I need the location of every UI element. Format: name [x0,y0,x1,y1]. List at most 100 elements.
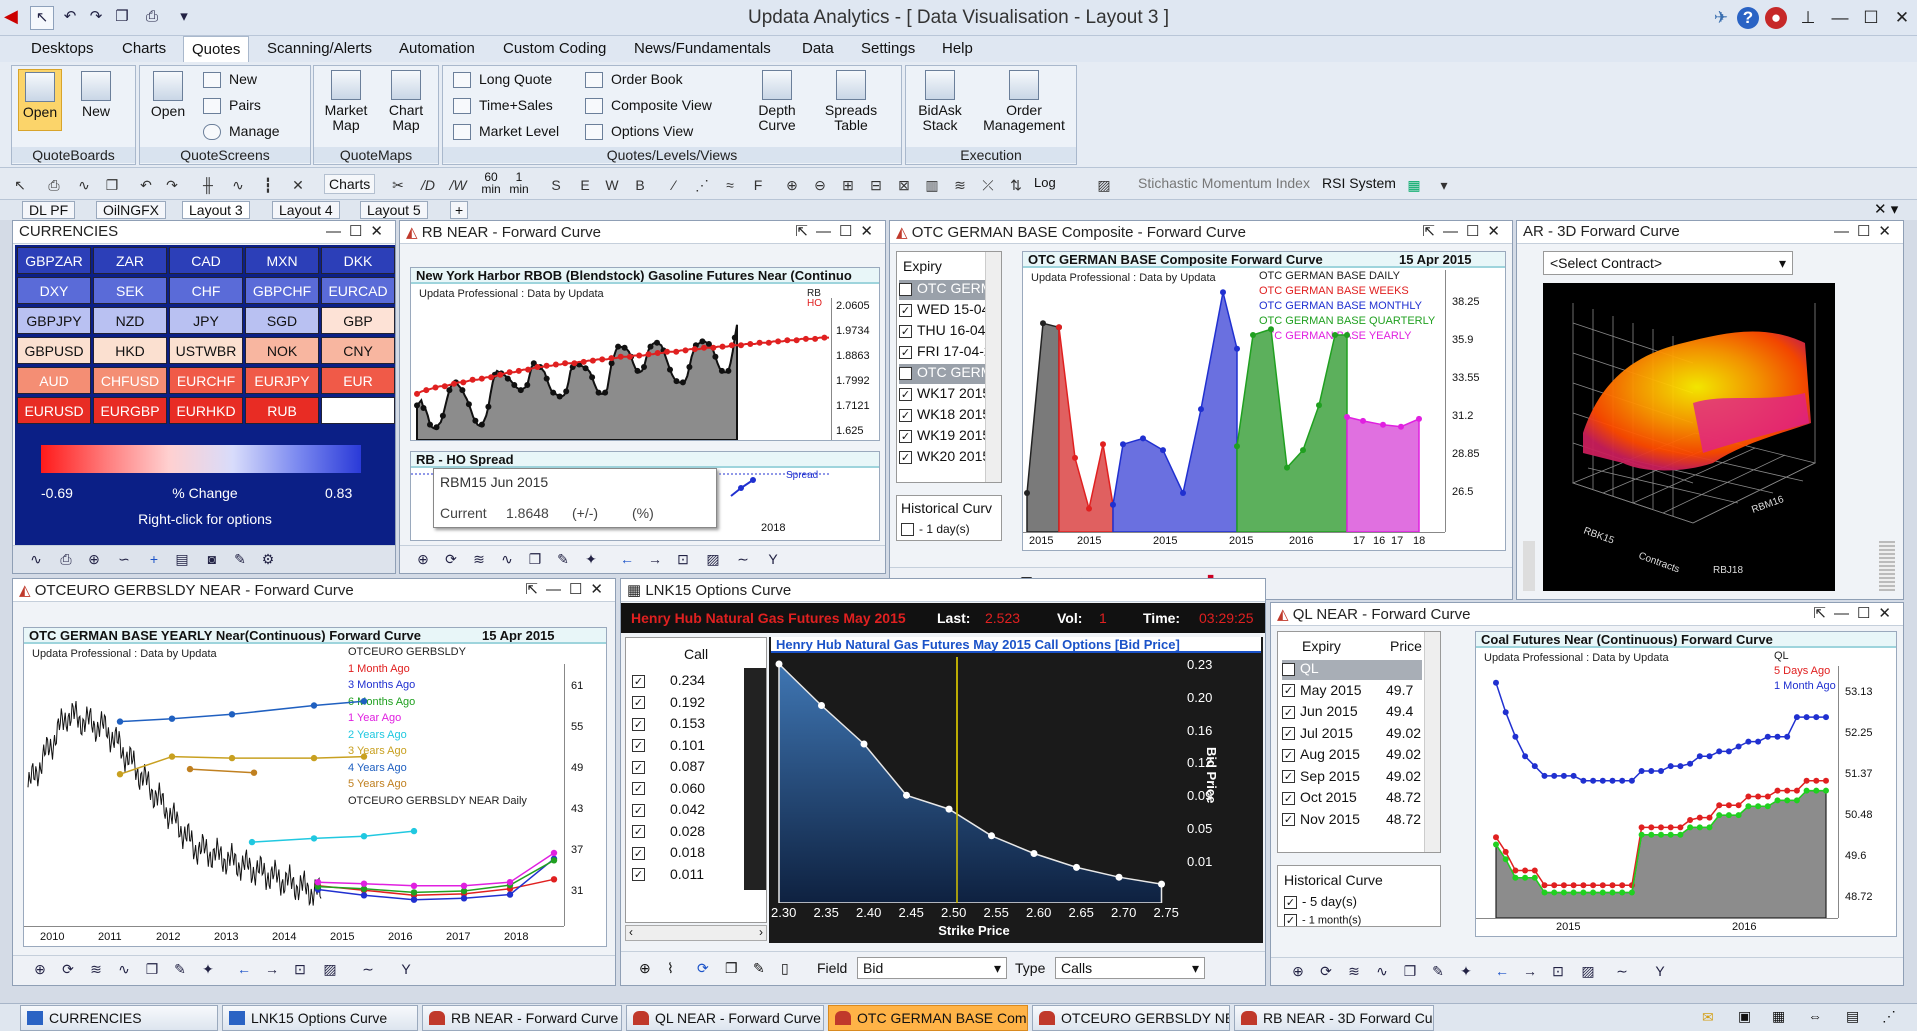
maximize-icon[interactable]: ☐ [1858,5,1884,31]
study-s-icon[interactable]: S [546,175,566,195]
checkbox[interactable]: ✓ [1282,662,1295,676]
checkbox[interactable]: ✓ [899,324,912,338]
menu-custom-coding[interactable]: Custom Coding [503,40,606,57]
study-icon[interactable]: ∽ [115,551,133,567]
call-row[interactable]: ✓ 0.018 [632,844,742,864]
expiry-row[interactable]: ✓ WK19 2015 [899,427,985,447]
menu-automation[interactable]: Automation [399,40,475,57]
wave-icon[interactable]: ≈ [720,175,740,195]
tab-oilngfx[interactable]: OilNGFX [96,201,166,219]
task-currencies[interactable]: CURRENCIES [20,1005,218,1031]
long-quote-button[interactable]: Long Quote [453,71,552,89]
print-icon[interactable]: ⎙ [57,551,75,567]
quoteboards-open-button[interactable]: Open [18,69,62,131]
tools-icon[interactable]: ✂ [388,175,408,195]
arrow-left-icon[interactable]: ← [235,961,253,977]
currency-cell[interactable]: SGD [245,307,319,334]
add-layout-icon[interactable]: + [450,201,469,219]
expand-icon[interactable]: ⊡ [1549,963,1567,979]
select-icon[interactable]: ↖ [10,175,30,195]
checkbox[interactable]: ✓ [1282,684,1295,698]
tab-layout-3[interactable]: Layout 3 [182,201,250,219]
edit-icon[interactable]: ✎ [554,551,572,567]
window-icon[interactable]: ▣ [1738,1008,1751,1025]
filter-icon[interactable]: Y [1651,963,1669,979]
study-b-icon[interactable]: B [630,175,650,195]
field-dropdown[interactable]: Bid ▾ [857,957,1007,979]
zoom-icon[interactable]: ⊕ [414,551,432,567]
currency-cell[interactable]: MXN [245,247,319,274]
menu-quotes[interactable]: Quotes [183,36,250,62]
time-sales-button[interactable]: Time+Sales [453,97,553,115]
menu-data[interactable]: Data [802,40,834,57]
wizard-icon[interactable]: ✦ [199,961,217,977]
historical-item[interactable]: - 1 day(s) [901,522,970,537]
type-dropdown[interactable]: Calls ▾ [1055,957,1205,979]
weight-icon[interactable]: /W [448,175,468,195]
expiry-row[interactable]: ✓ THU 16-04 [899,322,985,342]
call-row[interactable]: ✓ 0.011 [632,866,742,886]
copy-icon[interactable]: ❐ [143,961,161,977]
chart-icon[interactable]: ∿ [27,551,45,567]
task-ql-near[interactable]: QL NEAR - Forward Curve [626,1005,824,1031]
study-w-icon[interactable]: W [602,175,622,195]
bar-chart-icon[interactable]: ╫ [198,175,218,195]
bidask-stack-button[interactable]: BidAsk Stack [912,70,968,133]
checkbox[interactable]: ✓ [1282,813,1295,827]
expiry-row[interactable]: ✓ Jun 2015 49.4 [1282,703,1422,723]
record-icon[interactable]: ● [1765,7,1787,29]
page-icon[interactable]: ▯ [781,960,789,977]
historical-item[interactable]: ✓ - 1 month(s) [1284,914,1361,926]
log-scale-button[interactable]: Log [1034,175,1056,190]
currency-cell[interactable]: HKD [93,337,167,364]
currency-cell[interactable]: CAD [169,247,243,274]
checkbox[interactable]: ✓ [899,303,912,317]
panel-window-buttons[interactable]: ⇱—☐✕ [1422,222,1508,240]
checkbox[interactable]: ✓ [632,846,645,860]
scale-icon[interactable]: ⊠ [894,175,914,195]
expiry-row[interactable]: ✓ May 2015 49.7 [1282,682,1422,702]
menu-help[interactable]: Help [942,40,973,57]
checkbox[interactable]: ✓ [1284,914,1297,926]
wizard-icon[interactable]: ✦ [582,551,600,567]
panel-window-buttons[interactable]: —☐✕ [1834,222,1899,240]
camera-icon[interactable]: ◙ [203,551,221,567]
line-icon[interactable]: ∼ [359,961,377,977]
call-row[interactable]: ✓ 0.192 [632,694,742,714]
scrollbar[interactable] [1424,632,1440,852]
picture-icon[interactable]: ▨ [1094,175,1114,195]
close-icon[interactable]: ✕ [1889,5,1915,31]
arrows-icon[interactable]: ⇅ [1006,175,1026,195]
1-min-button[interactable]: 1 min [508,171,530,195]
task-lnk15-options[interactable]: LNK15 Options Curve [222,1005,418,1031]
quotescreens-manage-button[interactable]: Manage [203,123,280,141]
task-rb-3d[interactable]: RB NEAR - 3D Forward Cur [1234,1005,1434,1031]
menu-settings[interactable]: Settings [861,40,915,57]
cascade-icon[interactable]: ⇔ [1808,1008,1822,1024]
notes-icon[interactable]: ▤ [1846,1008,1859,1025]
currency-cell[interactable]: NOK [245,337,319,364]
copy-icon[interactable]: ❐ [1401,963,1419,979]
candle-icon[interactable]: ┇ [258,175,278,195]
wizard-icon[interactable]: ✦ [1457,963,1475,979]
currency-cell[interactable] [321,397,395,424]
checkbox[interactable]: ✓ [1282,705,1295,719]
currency-cell[interactable]: CNY [321,337,395,364]
pin-icon[interactable]: ✈ [1708,5,1734,31]
checkbox[interactable]: ✓ [632,696,645,710]
chart-icon[interactable]: ⌇ [667,960,674,977]
refresh-icon[interactable]: ⟳ [1317,963,1335,979]
quoteboards-new-button[interactable]: New [74,71,118,119]
checkbox[interactable]: ✓ [632,868,645,882]
checkbox[interactable]: ✓ [632,803,645,817]
checkbox[interactable] [901,523,914,537]
checkbox[interactable]: ✓ [899,387,912,401]
checkbox[interactable]: ✓ [632,760,645,774]
refresh-icon[interactable]: ⟳ [442,551,460,567]
zoom-out-icon[interactable]: ⊖ [810,175,830,195]
pushpin-icon[interactable]: ⊥ [1795,5,1821,31]
currency-cell[interactable]: GBPZAR [17,247,91,274]
call-row[interactable]: ✓ 0.087 [632,758,742,778]
filter-icon[interactable]: Y [764,551,782,567]
expiry-row[interactable]: ✓ Sep 2015 49.02 [1282,768,1422,788]
